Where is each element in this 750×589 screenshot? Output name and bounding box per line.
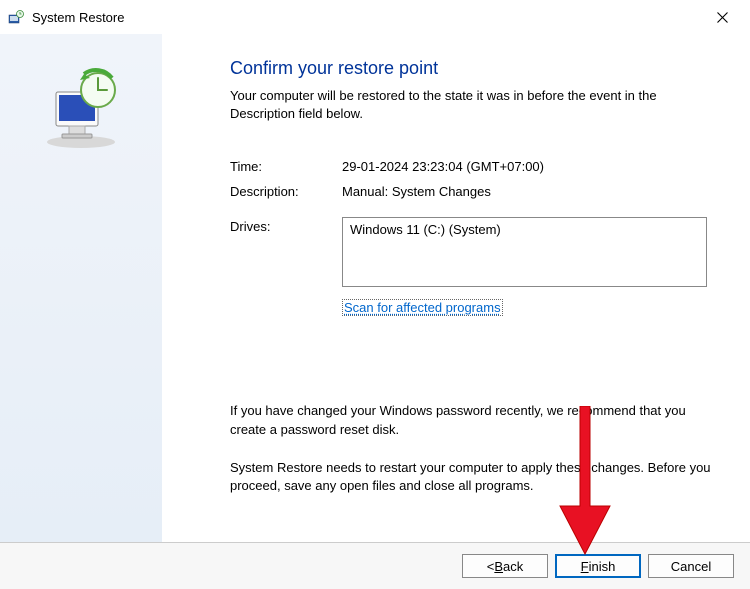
main-panel: Confirm your restore point Your computer… <box>162 34 750 542</box>
password-warning-text: If you have changed your Windows passwor… <box>230 402 714 438</box>
description-label: Description: <box>230 184 342 199</box>
time-value: 29-01-2024 23:23:04 (GMT+07:00) <box>342 159 714 174</box>
scan-affected-programs-link[interactable]: Scan for affected programs <box>342 299 503 316</box>
page-heading: Confirm your restore point <box>230 58 714 79</box>
warning-block: If you have changed your Windows passwor… <box>230 402 714 495</box>
page-subtitle: Your computer will be restored to the st… <box>230 87 714 123</box>
close-button[interactable] <box>702 3 742 31</box>
cancel-button[interactable]: Cancel <box>648 554 734 578</box>
drives-label: Drives: <box>230 219 342 287</box>
wizard-footer: < Back Finish Cancel <box>0 542 750 589</box>
system-restore-icon <box>36 62 126 152</box>
back-button[interactable]: < Back <box>462 554 548 578</box>
description-row: Description: Manual: System Changes <box>230 184 714 199</box>
drives-row: Drives: Windows 11 (C:) (System) <box>230 219 714 287</box>
window-title: System Restore <box>32 10 124 25</box>
time-label: Time: <box>230 159 342 174</box>
drive-item[interactable]: Windows 11 (C:) (System) <box>350 222 699 237</box>
drives-listbox[interactable]: Windows 11 (C:) (System) <box>342 217 707 287</box>
finish-button[interactable]: Finish <box>555 554 641 578</box>
time-row: Time: 29-01-2024 23:23:04 (GMT+07:00) <box>230 159 714 174</box>
restart-warning-text: System Restore needs to restart your com… <box>230 459 714 495</box>
titlebar: System Restore <box>0 0 750 34</box>
restore-title-icon <box>8 9 24 25</box>
description-value: Manual: System Changes <box>342 184 714 199</box>
titlebar-left: System Restore <box>8 9 124 25</box>
wizard-sidebar <box>0 34 162 542</box>
content-area: Confirm your restore point Your computer… <box>0 34 750 542</box>
